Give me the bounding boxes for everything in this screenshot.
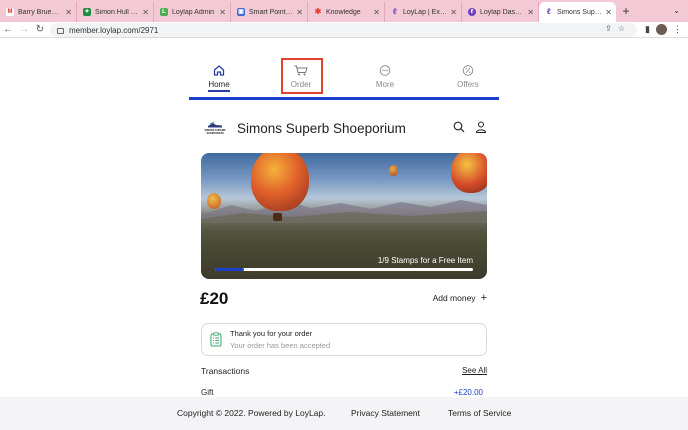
- browser-toolbar: ← → ↻ member.loylap.com/2971 ⇪☆ ▮ ⋮: [0, 22, 688, 38]
- hot-air-balloon: [273, 213, 282, 221]
- tab-title: Loylap Dashboar: [480, 8, 524, 16]
- loylap-icon: ℓ: [393, 7, 397, 16]
- clipboard-checklist-icon: [210, 332, 222, 347]
- url-text: member.loylap.com/2971: [69, 25, 159, 35]
- order-notice-subtitle: Your order has been accepted: [230, 341, 331, 350]
- privacy-statement-link[interactable]: Privacy Statement: [351, 408, 420, 418]
- back-arrow-icon[interactable]: ←: [0, 24, 16, 35]
- close-tab-icon[interactable]: ✕: [373, 8, 380, 17]
- add-money-label: Add money: [432, 293, 476, 303]
- browser-tab[interactable]: ℓ LoyLap | Experie ✕: [385, 2, 462, 22]
- site-footer: Copyright © 2022. Powered by LoyLap. Pri…: [0, 397, 688, 430]
- share-bookmark-icons[interactable]: ⇪☆: [605, 24, 631, 33]
- nav-offers-label: Offers: [457, 80, 479, 89]
- nav-offers[interactable]: Offers: [438, 61, 498, 89]
- transactions-title: Transactions: [201, 366, 250, 376]
- profile-avatar[interactable]: [656, 24, 667, 35]
- page-content: Home Order More Offers SIMONS SUPERB SHO…: [0, 39, 688, 430]
- reload-icon[interactable]: ↻: [32, 24, 48, 35]
- nav-more-label: More: [375, 80, 395, 89]
- close-tab-icon[interactable]: ✕: [142, 8, 149, 17]
- browser-tab[interactable]: ▣ Smart Points Ltd ✕: [231, 2, 308, 22]
- knowledge-icon: ✱: [314, 7, 322, 16]
- gmail-icon: M: [6, 8, 14, 16]
- tab-title: Simons Superb S: [557, 8, 602, 16]
- plus-icon: +: [480, 292, 487, 304]
- stamps-progress-bar: [215, 268, 473, 271]
- close-tab-icon[interactable]: ✕: [296, 8, 303, 17]
- browser-tab-active[interactable]: ℓ Simons Superb S ✕: [539, 2, 616, 22]
- user-icon[interactable]: [475, 121, 487, 133]
- tab-title: LoyLap | Experie: [403, 8, 448, 16]
- logo-text: SIMONS SUPERB SHOEPORIUM: [204, 129, 226, 135]
- nav-more[interactable]: More: [355, 61, 415, 89]
- more-dots-icon: [379, 65, 391, 76]
- stamp-card-banner[interactable]: 1/9 Stamps for a Free Item: [201, 153, 487, 279]
- loylap-admin-icon: L: [160, 8, 168, 16]
- close-tab-icon[interactable]: ✕: [219, 8, 226, 17]
- offers-percent-icon: [462, 65, 474, 76]
- loylap-icon: ℓ: [547, 7, 551, 16]
- chat-icon: ✦: [83, 8, 91, 16]
- loylap-dashboard-icon: ℓ: [468, 8, 476, 16]
- order-notice-title: Thank you for your order: [230, 329, 313, 338]
- close-tab-icon[interactable]: ✕: [450, 8, 457, 17]
- search-icon[interactable]: [453, 121, 465, 133]
- address-bar[interactable]: member.loylap.com/2971 ⇪☆: [50, 23, 637, 37]
- tab-search-chevron-icon[interactable]: ⌄: [673, 6, 680, 15]
- nav-home-label: Home: [208, 80, 230, 92]
- tab-title: Loylap Admin: [172, 8, 215, 16]
- stamps-progress-fill: [215, 268, 244, 271]
- highlight-box: [281, 58, 323, 94]
- transaction-amount: +£20.00: [453, 388, 483, 397]
- browser-tab[interactable]: L Loylap Admin ✕: [154, 2, 231, 22]
- hot-air-balloon: [207, 193, 221, 209]
- hot-air-balloon: [389, 165, 398, 176]
- smartpoints-icon: ▣: [237, 8, 245, 16]
- shop-logo: SIMONS SUPERB SHOEPORIUM: [201, 115, 229, 141]
- footer-copyright: Copyright © 2022. Powered by LoyLap.: [177, 408, 326, 418]
- see-all-link[interactable]: See All: [462, 366, 487, 375]
- home-icon: [213, 65, 225, 76]
- kebab-menu-icon[interactable]: ⋮: [673, 24, 682, 35]
- transaction-name: Gift: [201, 388, 214, 397]
- browser-tab[interactable]: ✱ Knowledge ✕: [308, 2, 385, 22]
- nav-home[interactable]: Home: [189, 61, 249, 92]
- shoe-logo-icon: [208, 121, 222, 128]
- stamps-progress-text: 1/9 Stamps for a Free Item: [377, 256, 473, 265]
- tab-title: Smart Points Ltd: [249, 8, 293, 16]
- lock-icon: [57, 28, 64, 34]
- hot-air-balloon: [451, 153, 487, 193]
- add-money-button[interactable]: Add money +: [432, 292, 487, 304]
- tab-title: Knowledge: [326, 8, 361, 16]
- tab-title: Barry Bruen mess: [18, 8, 62, 16]
- terms-of-service-link[interactable]: Terms of Service: [448, 408, 511, 418]
- close-tab-icon[interactable]: ✕: [605, 8, 612, 17]
- forward-arrow-icon[interactable]: →: [16, 24, 32, 35]
- order-confirmation-card: Thank you for your order Your order has …: [201, 323, 487, 356]
- browser-tab-bar: M Barry Bruen mess ✕ ✦ Simon Hull - Chat…: [0, 0, 688, 22]
- new-tab-button[interactable]: +: [616, 2, 636, 22]
- sidepanel-icon[interactable]: ▮: [645, 24, 650, 35]
- main-nav: Home Order More Offers: [189, 58, 499, 99]
- close-tab-icon[interactable]: ✕: [65, 8, 72, 17]
- browser-tab[interactable]: M Barry Bruen mess ✕: [0, 2, 77, 22]
- browser-tab[interactable]: ✦ Simon Hull - Chat ✕: [77, 2, 154, 22]
- nav-order[interactable]: Order: [271, 58, 331, 94]
- shop-name: Simons Superb Shoeporium: [237, 120, 406, 136]
- nav-divider: [189, 97, 499, 100]
- wallet-balance: £20: [200, 289, 229, 308]
- hot-air-balloon: [251, 153, 309, 211]
- close-tab-icon[interactable]: ✕: [527, 8, 534, 17]
- shop-header: SIMONS SUPERB SHOEPORIUM Simons Superb S…: [201, 115, 487, 141]
- browser-tab[interactable]: ℓ Loylap Dashboar ✕: [462, 2, 539, 22]
- tab-title: Simon Hull - Chat: [95, 8, 139, 16]
- mountain-range: [201, 200, 487, 223]
